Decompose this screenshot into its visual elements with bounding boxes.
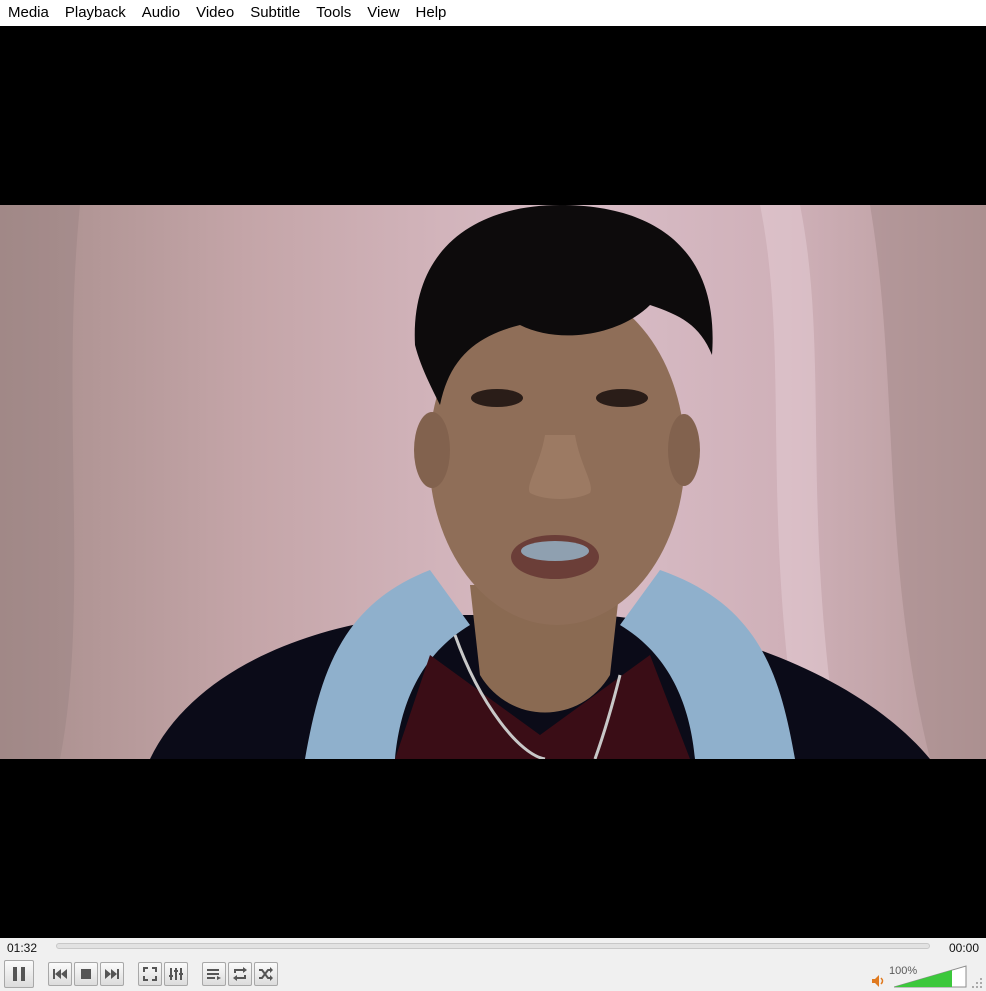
stop-button[interactable] bbox=[74, 962, 98, 986]
loop-button[interactable] bbox=[228, 962, 252, 986]
seek-slider[interactable] bbox=[56, 943, 930, 949]
menu-playback[interactable]: Playback bbox=[57, 0, 134, 26]
fullscreen-button[interactable] bbox=[138, 962, 162, 986]
video-frame-image bbox=[0, 205, 986, 759]
menu-subtitle[interactable]: Subtitle bbox=[242, 0, 308, 26]
extended-settings-button[interactable] bbox=[164, 962, 188, 986]
menu-audio[interactable]: Audio bbox=[134, 0, 188, 26]
resize-grip-icon[interactable] bbox=[972, 978, 984, 990]
playlist-button[interactable] bbox=[202, 962, 226, 986]
video-frame bbox=[0, 205, 986, 759]
pause-icon bbox=[13, 967, 25, 981]
menu-help[interactable]: Help bbox=[408, 0, 455, 26]
fullscreen-icon bbox=[143, 967, 157, 981]
play-pause-button[interactable] bbox=[4, 960, 34, 988]
total-time[interactable]: 00:00 bbox=[949, 941, 979, 955]
random-icon bbox=[259, 967, 273, 981]
menu-bar: Media Playback Audio Video Subtitle Tool… bbox=[0, 0, 986, 26]
next-button[interactable] bbox=[100, 962, 124, 986]
loop-icon bbox=[233, 967, 247, 981]
next-icon bbox=[105, 969, 119, 979]
speaker-icon[interactable] bbox=[871, 974, 887, 988]
menu-view[interactable]: View bbox=[359, 0, 407, 26]
stop-icon bbox=[81, 969, 91, 979]
previous-button[interactable] bbox=[48, 962, 72, 986]
menu-media[interactable]: Media bbox=[0, 0, 57, 26]
previous-icon bbox=[53, 969, 67, 979]
menu-tools[interactable]: Tools bbox=[308, 0, 359, 26]
controls-bar: 100% bbox=[0, 958, 986, 991]
volume-slider[interactable] bbox=[894, 965, 968, 989]
video-display[interactable] bbox=[0, 26, 986, 938]
seek-row: 01:32 00:00 bbox=[0, 938, 986, 958]
playlist-icon bbox=[207, 969, 221, 980]
random-button[interactable] bbox=[254, 962, 278, 986]
elapsed-time[interactable]: 01:32 bbox=[7, 941, 37, 955]
extended-settings-icon bbox=[169, 968, 183, 980]
menu-video[interactable]: Video bbox=[188, 0, 242, 26]
